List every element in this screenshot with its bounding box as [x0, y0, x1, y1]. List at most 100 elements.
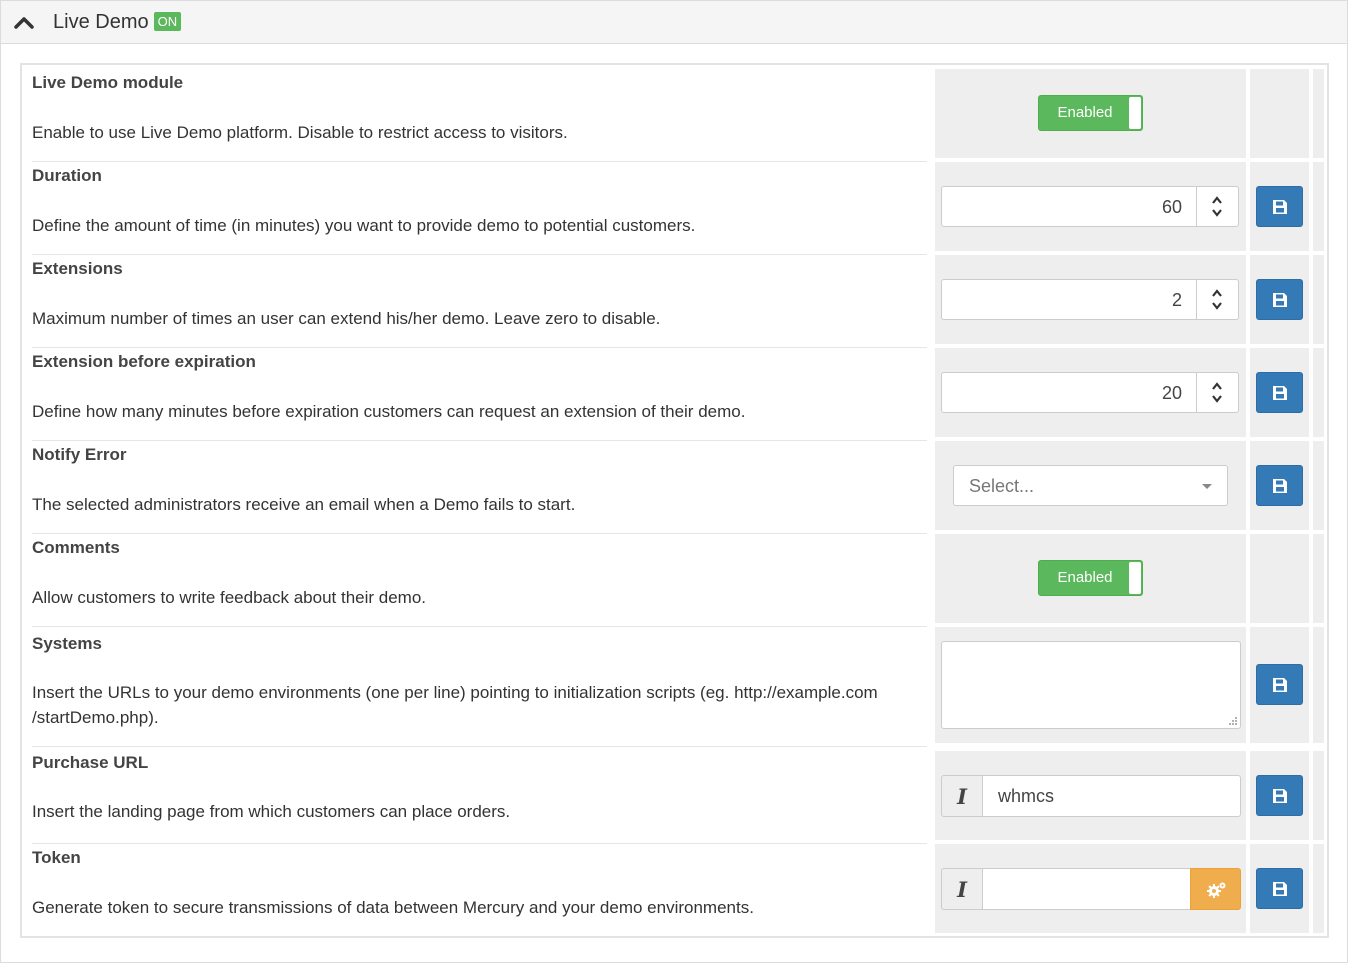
save-extension-before-expiration-button[interactable]: [1256, 372, 1303, 413]
setting-description: Generate token to secure transmissions o…: [32, 898, 754, 917]
setting-row-comments: Comments Allow customers to write feedba…: [22, 530, 1327, 627]
setting-title: Live Demo module: [32, 73, 184, 92]
setting-row-duration: Duration Define the amount of time (in m…: [22, 158, 1327, 255]
save-systems-button[interactable]: [1256, 664, 1303, 705]
floppy-disk-icon: [1273, 882, 1287, 896]
save-extensions-button[interactable]: [1256, 279, 1303, 320]
token-input[interactable]: [982, 868, 1191, 910]
control-cell: Enabled: [935, 69, 1246, 158]
save-cell: [1250, 69, 1309, 158]
end-cell: [1313, 162, 1324, 251]
status-badge: ON: [153, 12, 182, 31]
chevron-up-icon[interactable]: [13, 13, 35, 33]
floppy-disk-icon: [1273, 479, 1287, 493]
panel-title-text: Live Demo: [53, 11, 149, 33]
control-cell: [935, 627, 1246, 743]
floppy-disk-icon: [1273, 678, 1287, 692]
token-input-group: I: [941, 868, 1241, 910]
save-purchase-url-button[interactable]: [1256, 775, 1303, 816]
setting-title: Purchase URL: [32, 753, 149, 772]
text-cursor-icon: I: [957, 784, 967, 809]
save-cell: [1250, 751, 1309, 840]
save-cell: [1250, 162, 1309, 251]
setting-description-cell: Systems Insert the URLs to your demo env…: [32, 623, 927, 747]
end-cell: [1313, 348, 1324, 437]
caret-down-icon[interactable]: [1211, 301, 1223, 311]
control-cell: Enabled: [935, 534, 1246, 623]
control-cell: 2: [935, 255, 1246, 344]
end-cell: [1313, 751, 1324, 840]
setting-row-live-demo-module: Live Demo module Enable to use Live Demo…: [22, 65, 1327, 162]
setting-description-cell: Extension before expiration Define how m…: [32, 344, 927, 441]
extensions-input[interactable]: 2: [941, 279, 1239, 320]
input-value: 2: [1171, 290, 1182, 310]
save-token-button[interactable]: [1256, 868, 1303, 909]
setting-description-cell: Extensions Maximum number of times an us…: [32, 251, 927, 348]
setting-title: Notify Error: [32, 445, 127, 464]
control-cell: 60: [935, 162, 1246, 251]
number-spinner: [1196, 373, 1238, 412]
control-cell: I whmcs: [935, 751, 1246, 840]
setting-title: Extension before expiration: [32, 352, 256, 371]
setting-row-extensions: Extensions Maximum number of times an us…: [22, 251, 1327, 348]
generate-token-button[interactable]: [1190, 868, 1241, 910]
toggle-knob[interactable]: [1129, 97, 1141, 129]
setting-title: Token: [32, 848, 81, 867]
settings-table: Live Demo module Enable to use Live Demo…: [20, 63, 1329, 938]
setting-row-purchase-url: Purchase URL Insert the landing page fro…: [22, 747, 1327, 844]
save-cell: [1250, 534, 1309, 623]
caret-up-icon[interactable]: [1211, 195, 1223, 205]
live-demo-panel: Live Demo ON Live Demo module Enable to u…: [0, 0, 1348, 963]
systems-textarea[interactable]: [941, 641, 1241, 729]
caret-up-icon[interactable]: [1211, 288, 1223, 298]
setting-title: Duration: [32, 166, 102, 185]
save-cell: [1250, 844, 1309, 933]
caret-down-icon[interactable]: [1211, 394, 1223, 404]
setting-description-cell: Purchase URL Insert the landing page fro…: [32, 747, 927, 844]
purchase-url-input[interactable]: whmcs: [982, 775, 1241, 817]
live-demo-module-toggle[interactable]: Enabled: [1038, 95, 1143, 131]
notify-error-select[interactable]: Select...: [953, 465, 1228, 506]
setting-row-notify-error: Notify Error The selected administrators…: [22, 437, 1327, 534]
save-cell: [1250, 348, 1309, 437]
setting-description: Maximum number of times an user can exte…: [32, 309, 661, 328]
input-value: 60: [1161, 197, 1182, 217]
setting-description: The selected administrators receive an e…: [32, 495, 576, 514]
caret-up-icon[interactable]: [1211, 381, 1223, 391]
comments-toggle[interactable]: Enabled: [1038, 560, 1143, 596]
text-cursor-icon: I: [957, 877, 967, 902]
save-notify-error-button[interactable]: [1256, 465, 1303, 506]
input-value: whmcs: [998, 786, 1055, 806]
setting-description-cell: Comments Allow customers to write feedba…: [32, 530, 927, 627]
setting-description: Insert the URLs to your demo environment…: [32, 683, 878, 727]
setting-row-extension-before-expiration: Extension before expiration Define how m…: [22, 344, 1327, 441]
number-spinner: [1196, 187, 1238, 226]
end-cell: [1313, 255, 1324, 344]
setting-row-systems: Systems Insert the URLs to your demo env…: [22, 623, 1327, 747]
setting-description: Allow customers to write feedback about …: [32, 588, 427, 607]
resize-grip-icon[interactable]: [1228, 716, 1238, 726]
end-cell: [1313, 627, 1324, 743]
toggle-label: Enabled: [1057, 104, 1113, 121]
setting-row-token: Token Generate token to secure transmiss…: [22, 840, 1327, 936]
duration-input[interactable]: 60: [941, 186, 1239, 227]
input-value: 20: [1161, 383, 1182, 403]
end-cell: [1313, 844, 1324, 933]
setting-description: Insert the landing page from which custo…: [32, 802, 511, 821]
floppy-disk-icon: [1273, 293, 1287, 307]
setting-description: Define how many minutes before expiratio…: [32, 402, 746, 421]
select-placeholder: Select...: [969, 476, 1035, 496]
setting-description: Enable to use Live Demo platform. Disabl…: [32, 123, 568, 142]
gears-icon: [1207, 882, 1226, 898]
toggle-knob[interactable]: [1129, 562, 1141, 594]
save-duration-button[interactable]: [1256, 186, 1303, 227]
save-cell: [1250, 627, 1309, 743]
setting-title: Comments: [32, 538, 120, 557]
input-addon: I: [941, 868, 983, 910]
extension-before-expiration-input[interactable]: 20: [941, 372, 1239, 413]
setting-description-cell: Token Generate token to secure transmiss…: [32, 840, 927, 936]
setting-description-cell: Duration Define the amount of time (in m…: [32, 158, 927, 255]
caret-down-icon[interactable]: [1211, 208, 1223, 218]
setting-title: Extensions: [32, 259, 123, 278]
setting-description-cell: Notify Error The selected administrators…: [32, 437, 927, 534]
